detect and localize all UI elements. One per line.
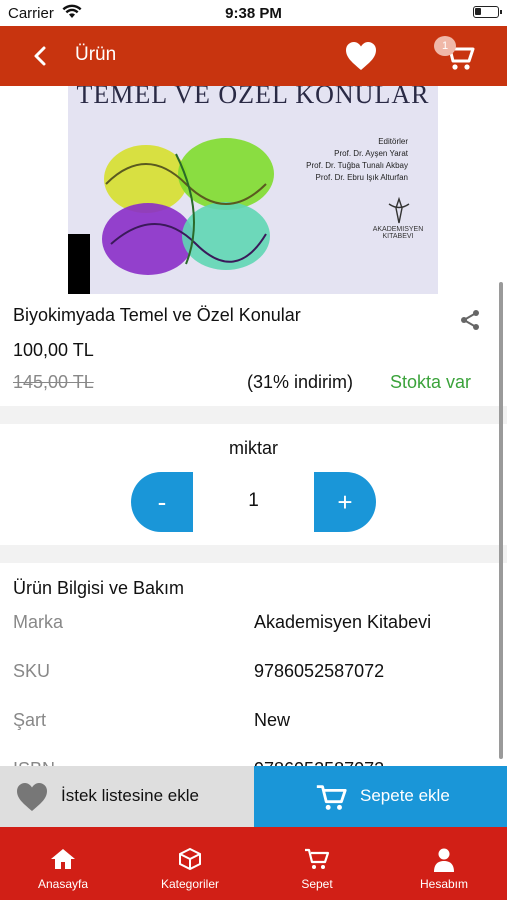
add-to-cart-button[interactable]: Sepete ekle bbox=[254, 766, 507, 827]
tab-label: Kategoriler bbox=[160, 877, 220, 891]
info-value: Akademisyen Kitabevi bbox=[254, 612, 432, 632]
user-icon bbox=[434, 848, 454, 872]
tab-account[interactable]: Hesabım bbox=[381, 827, 507, 900]
tab-label: Hesabım bbox=[419, 877, 469, 891]
tab-categories[interactable]: Kategoriler bbox=[127, 827, 253, 900]
cover-editor-name: Prof. Dr. Ebru Işık Alturfan bbox=[315, 173, 408, 182]
wishlist-label: İstek listesine ekle bbox=[61, 786, 199, 805]
info-row-brand: Marka Akademisyen Kitabevi bbox=[0, 612, 507, 642]
tab-cart[interactable]: Sepet bbox=[254, 827, 380, 900]
status-bar: Carrier 9:38 PM bbox=[0, 0, 507, 26]
info-row-condition: Şart New bbox=[0, 710, 507, 740]
add-to-cart-label: Sepete ekle bbox=[360, 786, 450, 805]
bottom-tab-bar: Anasayfa Kategoriler Sepet Hesabım bbox=[0, 827, 507, 900]
cover-title: TEMEL VE ÖZEL KONULAR bbox=[76, 86, 430, 109]
product-name: Biyokimyada Temel ve Özel Konular bbox=[13, 305, 301, 325]
product-info-title: Ürün Bilgisi ve Bakım bbox=[13, 578, 185, 598]
action-bar: İstek listesine ekle Sepete ekle bbox=[0, 766, 507, 827]
info-key: Şart bbox=[13, 710, 47, 730]
info-key: SKU bbox=[13, 661, 51, 681]
cart-icon bbox=[316, 785, 347, 810]
product-price: 100,00 TL bbox=[13, 340, 94, 360]
favorite-heart-icon[interactable] bbox=[344, 40, 378, 72]
cover-editors-heading: Editörler bbox=[378, 137, 408, 146]
battery-icon bbox=[473, 6, 502, 18]
tab-label: Sepet bbox=[301, 877, 333, 891]
section-divider bbox=[0, 545, 507, 563]
cube-icon bbox=[179, 847, 201, 871]
quantity-label: miktar bbox=[229, 438, 278, 458]
info-value: New bbox=[254, 710, 291, 730]
add-to-wishlist-button[interactable]: İstek listesine ekle bbox=[0, 766, 254, 827]
book-cover-image: TEMEL VE ÖZEL KONULAR Editörler Prof. Dr… bbox=[68, 86, 438, 294]
info-value: 9786052587072 bbox=[254, 759, 384, 766]
info-row-sku: SKU 9786052587072 bbox=[0, 661, 507, 691]
tab-home[interactable]: Anasayfa bbox=[0, 827, 126, 900]
discount-label: (31% indirim) bbox=[247, 372, 354, 392]
share-icon[interactable] bbox=[458, 308, 482, 332]
quantity-value[interactable]: 1 bbox=[193, 490, 314, 512]
product-detail-scroll[interactable]: TEMEL VE ÖZEL KONULAR Editörler Prof. Dr… bbox=[0, 86, 507, 766]
info-key: Marka bbox=[13, 612, 64, 632]
cart-icon bbox=[305, 848, 330, 869]
cover-editor-name: Prof. Dr. Ayşen Yarat bbox=[334, 149, 408, 158]
cover-publisher: AKADEMISYEN KITABEVI bbox=[372, 226, 424, 240]
quantity-decrease-button[interactable]: - bbox=[131, 472, 193, 532]
top-navbar: Ürün 1 bbox=[0, 26, 507, 86]
tab-label: Anasayfa bbox=[37, 877, 89, 891]
info-row-isbn: ISBN 9786052587072 bbox=[0, 759, 507, 766]
page-title: Ürün bbox=[75, 44, 117, 65]
cart-count-badge: 1 bbox=[434, 36, 456, 56]
quantity-increase-button[interactable]: + bbox=[314, 472, 376, 532]
cover-editor-name: Prof. Dr. Tuğba Tunalı Akbay bbox=[306, 161, 408, 170]
info-key: ISBN bbox=[13, 759, 55, 766]
product-old-price: 145,00 TL bbox=[13, 372, 94, 392]
scrollbar[interactable] bbox=[499, 282, 503, 759]
home-icon bbox=[51, 849, 75, 869]
publisher-logo-icon bbox=[388, 196, 410, 224]
section-divider bbox=[0, 406, 507, 424]
back-arrow-icon[interactable] bbox=[26, 41, 56, 71]
protein-structure-illustration bbox=[102, 138, 274, 275]
stock-status: Stokta var bbox=[390, 372, 472, 392]
info-value: 9786052587072 bbox=[254, 661, 385, 681]
cover-black-bar bbox=[68, 234, 90, 294]
cover-editors: Editörler Prof. Dr. Ayşen Yarat Prof. Dr… bbox=[306, 136, 408, 184]
status-time: 9:38 PM bbox=[225, 5, 282, 22]
heart-icon bbox=[17, 783, 47, 811]
